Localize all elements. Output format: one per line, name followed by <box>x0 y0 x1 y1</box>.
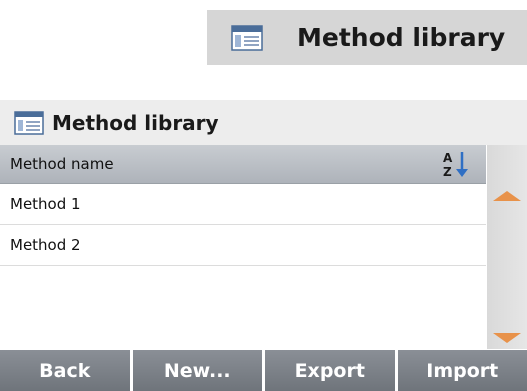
list-item[interactable]: Method 2 <box>0 225 486 266</box>
banner-title: Method library <box>297 23 506 52</box>
method-library-icon <box>231 24 263 51</box>
column-header: Method name A Z <box>0 145 486 184</box>
footer-toolbar: Back New... Export Import <box>0 350 527 391</box>
scroll-up-arrow-icon[interactable] <box>487 185 527 213</box>
page-title: Method library <box>52 110 219 135</box>
method-library-icon <box>14 110 44 135</box>
svg-text:Z: Z <box>443 165 452 179</box>
import-button[interactable]: Import <box>397 350 527 391</box>
list-item[interactable]: Method 1 <box>0 184 486 225</box>
method-list: Method name A Z Method 1 Method 2 <box>0 145 486 349</box>
column-header-label: Method name <box>10 155 114 173</box>
app-header: Method library <box>0 100 527 145</box>
svg-text:A: A <box>443 151 453 165</box>
back-button[interactable]: Back <box>0 350 130 391</box>
list-item-label: Method 1 <box>10 195 81 213</box>
export-button[interactable]: Export <box>265 350 395 391</box>
sort-az-icon[interactable]: A Z <box>442 149 472 179</box>
scroll-down-arrow-icon[interactable] <box>487 325 527 353</box>
scrollbar[interactable] <box>487 145 527 349</box>
new-button[interactable]: New... <box>132 350 262 391</box>
list-item-label: Method 2 <box>10 236 81 254</box>
page-banner: Method library <box>207 10 527 65</box>
